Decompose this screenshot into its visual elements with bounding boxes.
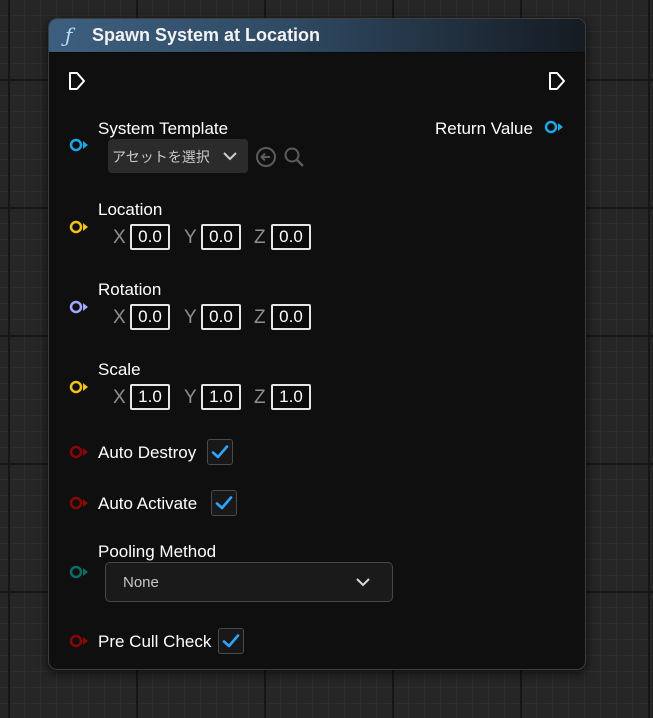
pooling-method-label: Pooling Method (98, 542, 217, 561)
rotation-x-input[interactable]: 0.0 (130, 304, 170, 330)
chevron-down-icon (356, 578, 370, 587)
checkmark-icon (211, 445, 229, 459)
node-title: Spawn System at Location (92, 25, 321, 45)
exec-out-pin-icon[interactable] (548, 71, 566, 91)
auto-activate-label: Auto Activate (98, 494, 198, 513)
bool-pin-icon[interactable] (68, 634, 90, 648)
rotation-z-axis-label: Z (254, 307, 266, 328)
auto-activate-checkbox[interactable] (211, 490, 237, 516)
scale-y-axis-label: Y (184, 387, 197, 408)
vector-pin-icon[interactable] (68, 220, 90, 234)
auto-destroy-checkbox[interactable] (207, 439, 233, 465)
location-x-axis-label: X (113, 227, 126, 248)
system-template-label: System Template (98, 119, 229, 138)
scale-x-axis-label: X (113, 387, 126, 408)
location-x-input[interactable]: 0.0 (130, 224, 170, 250)
location-label: Location (98, 200, 163, 219)
scale-x-input[interactable]: 1.0 (130, 384, 170, 410)
chevron-down-icon (223, 152, 237, 161)
checkmark-icon (215, 496, 233, 510)
bool-pin-icon[interactable] (68, 496, 90, 510)
exec-in-pin-icon[interactable] (68, 71, 86, 91)
pooling-method-value: None (123, 574, 159, 591)
asset-picker-combo[interactable]: アセットを選択 (108, 139, 248, 173)
location-y-axis-label: Y (184, 227, 197, 248)
browse-search-icon[interactable] (282, 145, 306, 169)
location-y-input[interactable]: 0.0 (201, 224, 241, 250)
node-header[interactable]: ƒ Spawn System at Location (49, 19, 585, 53)
enum-pin-icon[interactable] (68, 565, 90, 579)
auto-destroy-label: Auto Destroy (98, 443, 197, 462)
rotation-y-axis-label: Y (184, 307, 197, 328)
asset-picker-text: アセットを選択 (112, 149, 210, 165)
rotation-y-input[interactable]: 0.0 (201, 304, 241, 330)
pre-cull-check-checkbox[interactable] (218, 628, 244, 654)
object-pin-icon[interactable] (543, 120, 565, 134)
rotator-pin-icon[interactable] (68, 300, 90, 314)
spawn-system-node[interactable]: ƒ Spawn System at Location System Templa… (48, 18, 586, 670)
scale-z-input[interactable]: 1.0 (271, 384, 311, 410)
bool-pin-icon[interactable] (68, 445, 90, 459)
pooling-method-dropdown[interactable]: None (105, 562, 393, 602)
scale-z-axis-label: Z (254, 387, 266, 408)
return-value-label: Return Value (435, 119, 533, 138)
rotation-x-axis-label: X (113, 307, 126, 328)
function-icon: ƒ (65, 23, 73, 47)
rotation-z-input[interactable]: 0.0 (271, 304, 311, 330)
vector-pin-icon[interactable] (68, 380, 90, 394)
scale-y-input[interactable]: 1.0 (201, 384, 241, 410)
use-selected-asset-icon[interactable] (254, 145, 278, 169)
rotation-label: Rotation (98, 280, 162, 299)
scale-label: Scale (98, 360, 141, 379)
object-pin-icon[interactable] (68, 138, 90, 152)
location-z-input[interactable]: 0.0 (271, 224, 311, 250)
pre-cull-check-label: Pre Cull Check (98, 632, 212, 651)
location-z-axis-label: Z (254, 227, 266, 248)
checkmark-icon (222, 634, 240, 648)
